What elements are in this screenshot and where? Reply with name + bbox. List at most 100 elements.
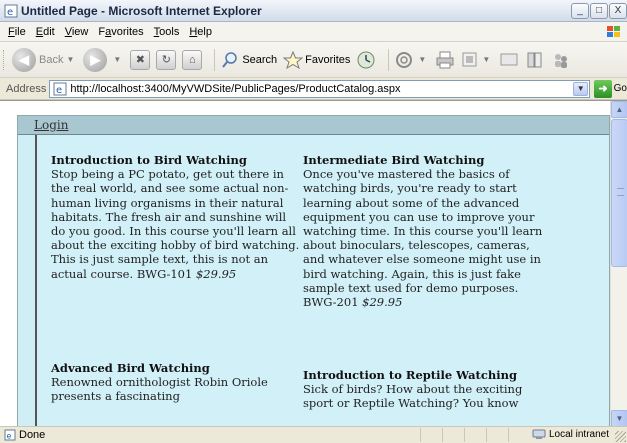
zone-label: Local intranet [548, 428, 609, 440]
favorites-button[interactable]: Favorites [283, 50, 351, 69]
status-panel [464, 428, 486, 442]
course-title: Introduction to Reptile Watching [303, 368, 517, 382]
menu-help-label: elp [197, 25, 212, 38]
menu-file-label: ile [14, 25, 26, 38]
history-button[interactable] [356, 50, 376, 70]
menu-view-accel: V [64, 25, 72, 38]
forward-button[interactable]: ▶ ▼ [83, 47, 124, 72]
research-button[interactable] [525, 50, 545, 70]
windows-logo-icon [607, 26, 620, 37]
course-description: Renowned ornithologist Robin Oriole pres… [51, 375, 268, 404]
search-button[interactable]: Search [221, 51, 277, 69]
toolbar-grip[interactable] [3, 50, 6, 70]
mail-icon [396, 51, 413, 68]
address-dropdown-icon[interactable]: ▼ [573, 81, 589, 96]
course-title: Intermediate Bird Watching [303, 153, 485, 167]
course-description: Sick of birds? How about the exciting sp… [303, 382, 523, 411]
menu-edit-accel: E [35, 25, 44, 38]
refresh-icon: ↻ [156, 49, 177, 70]
course-title: Introduction to Bird Watching [51, 153, 247, 167]
course-price: $29.95 [195, 266, 237, 281]
menu-help[interactable]: Help [189, 26, 212, 38]
refresh-button[interactable]: ↻ [156, 49, 177, 70]
menu-file-accel: F [8, 25, 15, 38]
stop-button[interactable]: ✖ [130, 49, 151, 70]
menu-favorites[interactable]: Favorites [98, 26, 143, 38]
menu-edit-label: dit [43, 25, 55, 38]
address-label: Address [6, 82, 47, 95]
back-label: Back [39, 53, 64, 66]
menu-tools-label: ools [159, 25, 180, 38]
toolbar-separator-2 [388, 48, 390, 71]
favorites-label: Favorites [305, 53, 351, 66]
edit-page-icon [462, 52, 477, 66]
course-description: Once you've mastered the basics of watch… [303, 167, 543, 295]
back-button[interactable]: ◀ Back ▼ [12, 47, 77, 72]
back-dropdown-icon[interactable]: ▼ [66, 55, 74, 64]
menu-view-label: iew [71, 25, 89, 38]
standard-toolbar: ◀ Back ▼ ▶ ▼ ✖ ↻ ⌂ Search Favorites ▼ ▼ [0, 42, 627, 78]
course-description: Stop being a PC potato, get out there in… [51, 167, 300, 281]
page-header: Login [18, 116, 609, 135]
go-label[interactable]: Go [614, 83, 627, 94]
status-panel [420, 428, 442, 442]
course-code: BWG-101 [136, 266, 193, 281]
search-label: Search [242, 53, 278, 66]
login-link[interactable]: Login [34, 118, 68, 132]
status-bar: e Done Local intranet [0, 426, 627, 443]
forward-dropdown-icon[interactable]: ▼ [113, 55, 121, 64]
discuss-button[interactable] [499, 51, 519, 69]
status-panel [486, 428, 508, 442]
course-price: $29.95 [362, 295, 403, 310]
toolbar-separator [214, 48, 216, 71]
go-arrow-icon[interactable]: ➜ [594, 79, 612, 98]
address-input[interactable]: e http://localhost:3400/MyVWDSite/Public… [49, 79, 591, 98]
menu-file[interactable]: File [8, 26, 26, 38]
scroll-up-arrow-icon[interactable]: ▲ [611, 101, 627, 118]
scroll-thumb[interactable] [611, 119, 627, 267]
status-panels [420, 428, 530, 442]
course-item: Introduction to Reptile Watching Sick of… [303, 368, 553, 411]
menu-favorites-post: vorites [111, 25, 144, 38]
scroll-grip [617, 188, 624, 196]
page-frame: Login Introduction to Bird Watching Stop… [17, 115, 610, 426]
course-item: Intermediate Bird Watching Once you've m… [303, 153, 553, 309]
mail-dropdown-icon[interactable]: ▼ [418, 55, 426, 64]
ie-page-icon: e [4, 4, 18, 18]
print-button[interactable] [435, 50, 455, 70]
mail-button[interactable]: ▼ [395, 50, 429, 70]
vertical-scrollbar[interactable]: ▲ ▼ [610, 101, 627, 426]
menu-tools[interactable]: Tools [154, 26, 180, 38]
menu-bar: File Edit View Favorites Tools Help [0, 22, 627, 42]
local-intranet-icon [532, 429, 546, 439]
page-icon: e [53, 82, 67, 96]
history-icon [357, 51, 375, 68]
status-panel [442, 428, 464, 442]
svg-text:e: e [7, 7, 13, 18]
course-title: Advanced Bird Watching [51, 361, 210, 375]
minimize-button[interactable]: _ [571, 3, 589, 19]
print-icon [436, 51, 454, 68]
messenger-icon [555, 53, 568, 68]
search-icon [222, 51, 238, 68]
discuss-icon [500, 53, 518, 65]
edit-button[interactable]: ▼ [461, 51, 493, 69]
status-panel [508, 428, 530, 442]
page-done-icon: e [4, 429, 16, 441]
course-code: BWG-201 [303, 295, 359, 310]
maximize-button[interactable]: □ [590, 3, 608, 19]
menu-view[interactable]: View [65, 26, 89, 38]
course-item: Advanced Bird Watching Renowned ornithol… [51, 361, 301, 404]
home-button[interactable]: ⌂ [182, 49, 203, 70]
scroll-down-arrow-icon[interactable]: ▼ [611, 410, 627, 426]
messenger-button[interactable] [551, 50, 571, 70]
home-icon: ⌂ [182, 49, 203, 70]
stop-icon: ✖ [130, 49, 151, 70]
close-button[interactable]: X [609, 3, 627, 19]
menu-edit[interactable]: Edit [36, 26, 55, 38]
resize-grip[interactable] [615, 431, 626, 442]
edit-dropdown-icon[interactable]: ▼ [482, 55, 490, 64]
security-zone[interactable]: Local intranet [532, 428, 609, 440]
research-book-icon [527, 52, 542, 67]
window-title: Untitled Page - Microsoft Internet Explo… [21, 3, 262, 18]
